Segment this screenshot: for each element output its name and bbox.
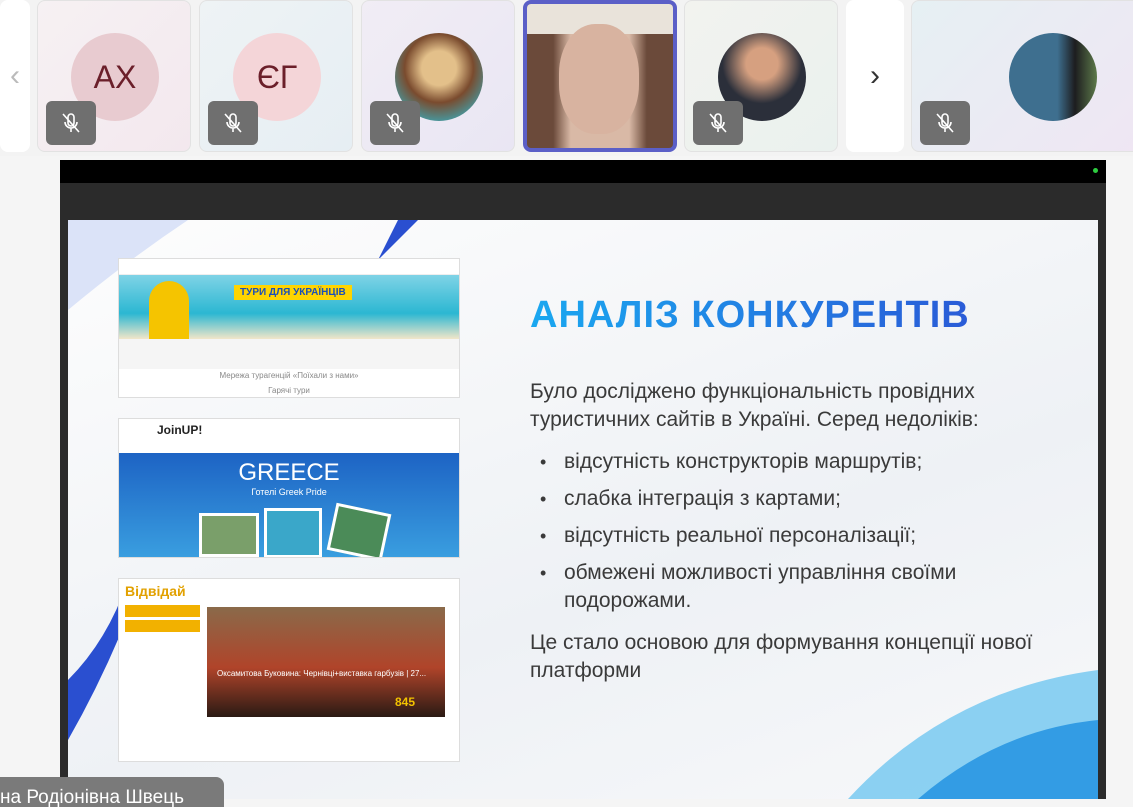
- chevron-right-icon: ›: [870, 59, 880, 92]
- banner-price: 845: [394, 695, 415, 709]
- participant-tile[interactable]: [361, 0, 515, 152]
- screen-share: ТУРИ ДЛЯ УКРАЇНЦІВ Мережа турагенцій «По…: [60, 160, 1106, 799]
- mic-off-icon: [208, 101, 258, 145]
- site-banner: GREECE Готелі Greek Pride: [119, 453, 459, 557]
- participant-strip: ‹ АХ ЄГ ›: [0, 0, 1133, 156]
- avatar-initials: АХ: [93, 58, 137, 95]
- banner-title: ТУРИ ДЛЯ УКРАЇНЦІВ: [234, 285, 352, 300]
- active-speaker-video[interactable]: [523, 0, 677, 152]
- site-header: [119, 259, 459, 275]
- chevron-left-icon: ‹: [10, 59, 20, 92]
- status-dot: [1093, 168, 1098, 173]
- list-item: відсутність реальної персоналізації;: [540, 522, 1070, 550]
- competitor-screenshot-3: Відвідай Оксамитова Буковина: Чернівці+в…: [118, 578, 460, 762]
- avatar-initials: ЄГ: [256, 58, 298, 95]
- presentation-slide: ТУРИ ДЛЯ УКРАЇНЦІВ Мережа турагенцій «По…: [68, 220, 1098, 799]
- participant-tile[interactable]: [911, 0, 1133, 152]
- site-logo: Відвідай: [125, 583, 186, 599]
- banner-title: GREECE: [238, 459, 340, 486]
- banner-photo: [199, 513, 259, 557]
- mic-off-icon: [370, 101, 420, 145]
- list-item: обмежені можливості управління своїми по…: [540, 559, 1070, 615]
- slide-title: АНАЛІЗ КОНКУРЕНТІВ: [530, 294, 970, 336]
- participant-tile[interactable]: [684, 0, 838, 152]
- share-top-bar: [60, 160, 1106, 183]
- banner-caption: Оксамитова Буковина: Чернівці+виставка г…: [217, 669, 427, 678]
- site-banner: ТУРИ ДЛЯ УКРАЇНЦІВ: [119, 275, 459, 339]
- site-header: Відвідай: [119, 579, 459, 603]
- speaker-face: [559, 24, 639, 134]
- sidebar-button: [125, 620, 200, 632]
- search-bar: [119, 339, 459, 369]
- slide-intro: Було досліджено функціональність провідн…: [530, 380, 979, 431]
- banner-subtitle: Готелі Greek Pride: [251, 487, 327, 497]
- mic-off-icon: [920, 101, 970, 145]
- competitor-screenshot-2: JoinUP! GREECE Готелі Greek Pride: [118, 418, 460, 558]
- site-section: Гарячі тури: [268, 386, 310, 395]
- mic-off-icon: [693, 101, 743, 145]
- speaker-name-label: на Родіонівна Швець: [0, 777, 224, 807]
- next-participants-button[interactable]: ›: [846, 0, 904, 152]
- banner-photo: [326, 502, 392, 557]
- banner-person: [149, 281, 189, 339]
- competitor-screenshot-1: ТУРИ ДЛЯ УКРАЇНЦІВ Мережа турагенцій «По…: [118, 258, 460, 398]
- participant-tile[interactable]: ЄГ: [199, 0, 353, 152]
- slide-conclusion: Це стало основою для формування концепці…: [530, 631, 1033, 682]
- sidebar-button: [125, 605, 200, 617]
- slide-body: Було досліджено функціональність провідн…: [530, 378, 1070, 685]
- participant-tile[interactable]: АХ: [37, 0, 191, 152]
- banner-photo: [264, 508, 322, 557]
- prev-participants-button[interactable]: ‹: [0, 0, 30, 152]
- list-item: відсутність конструкторів маршрутів;: [540, 448, 1070, 476]
- site-banner: Оксамитова Буковина: Чернівці+виставка г…: [207, 607, 445, 717]
- site-header: JoinUP!: [119, 419, 459, 453]
- site-logo: JoinUP!: [157, 423, 203, 437]
- avatar-photo: [1009, 33, 1097, 121]
- shortcomings-list: відсутність конструкторів маршрутів; сла…: [540, 448, 1070, 615]
- list-item: слабка інтеграція з картами;: [540, 485, 1070, 513]
- speaker-name: на Родіонівна Швець: [0, 787, 184, 807]
- mic-off-icon: [46, 101, 96, 145]
- site-subtitle: Мережа турагенцій «Поїхали з нами»: [219, 371, 359, 380]
